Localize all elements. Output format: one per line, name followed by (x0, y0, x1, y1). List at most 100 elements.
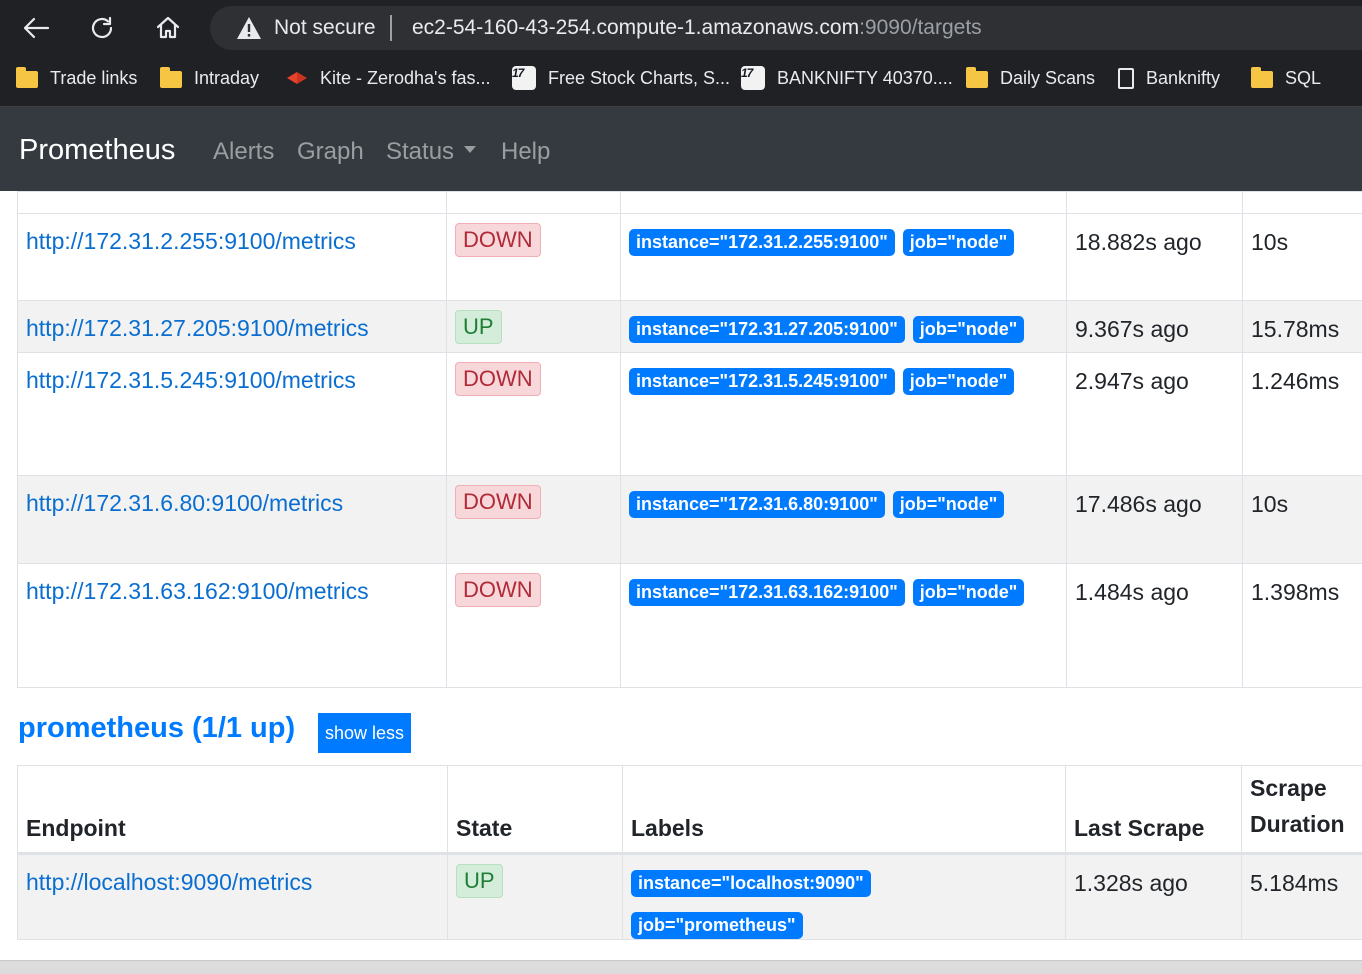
scrape-duration: 10s (1251, 229, 1288, 256)
bookmark-label: Banknifty (1146, 68, 1220, 89)
folder-icon (16, 71, 38, 88)
back-button[interactable] (18, 10, 54, 46)
state-badge: DOWN (455, 223, 541, 257)
horizontal-scrollbar[interactable] (0, 960, 1362, 974)
last-scrape: 17.486s ago (1075, 491, 1202, 518)
omnibox-divider (390, 15, 392, 41)
state-badge: UP (456, 864, 503, 898)
bookmark-free-stock-charts[interactable]: 17 Free Stock Charts, S... (512, 56, 730, 100)
endpoint-link[interactable]: http://172.31.6.80:9100/metrics (26, 490, 343, 517)
show-less-button[interactable]: show less (318, 713, 411, 753)
bookmark-intraday[interactable]: Intraday (160, 56, 259, 100)
bookmarks-bar: Trade links Intraday Kite - Zerodha's fa… (0, 56, 1362, 107)
home-icon (155, 15, 181, 41)
tradingview-icon: 17 (512, 66, 536, 90)
table-row: http://172.31.6.80:9100/metrics DOWN ins… (18, 476, 1362, 564)
address-bar[interactable]: Not secure ec2-54-160-43-254.compute-1.a… (210, 6, 1362, 50)
brand-link[interactable]: Prometheus (19, 134, 175, 167)
nav-alerts[interactable]: Alerts (213, 138, 274, 166)
state-badge: DOWN (455, 362, 541, 396)
folder-icon (160, 71, 182, 88)
column-header-endpoint: Endpoint (18, 766, 448, 854)
bookmark-banknifty[interactable]: Banknifty (1118, 56, 1220, 100)
column-header-state: State (448, 766, 623, 854)
label-badge: job="node" (903, 229, 1015, 256)
table-header-row: Endpoint State Labels Last Scrape Scrape… (18, 766, 1362, 854)
security-status[interactable]: Not secure (274, 16, 376, 40)
scrape-duration: 15.78ms (1251, 316, 1339, 343)
state-badge: UP (455, 310, 502, 344)
folder-icon (1251, 71, 1273, 88)
tradingview-icon: 17 (741, 66, 765, 90)
label-badge: instance="localhost:9090" (631, 870, 871, 897)
label-badge: job="node" (893, 491, 1005, 518)
caret-down-icon (464, 146, 476, 153)
label-badge: instance="172.31.27.205:9100" (629, 316, 905, 343)
column-header-labels: Labels (623, 766, 1066, 854)
kite-icon (286, 71, 308, 85)
scrape-duration: 1.398ms (1251, 579, 1339, 606)
endpoint-link[interactable]: http://172.31.63.162:9100/metrics (26, 578, 369, 605)
last-scrape: 1.484s ago (1075, 579, 1189, 606)
reload-button[interactable] (84, 10, 120, 46)
state-badge: DOWN (455, 485, 541, 519)
last-scrape: 9.367s ago (1075, 316, 1189, 343)
bookmark-banknifty-chart[interactable]: 17 BANKNIFTY 40370.... (741, 56, 953, 100)
column-header-last-scrape: Last Scrape (1066, 766, 1242, 854)
bookmark-trade-links[interactable]: Trade links (16, 56, 137, 100)
endpoint-link[interactable]: http://172.31.2.255:9100/metrics (26, 228, 356, 255)
bookmark-label: BANKNIFTY 40370.... (777, 68, 953, 89)
state-badge: DOWN (455, 573, 541, 607)
table-row: http://172.31.5.245:9100/metrics DOWN in… (18, 353, 1362, 476)
endpoint-link[interactable]: http://172.31.27.205:9100/metrics (26, 315, 369, 342)
bookmark-label: Kite - Zerodha's fas... (320, 68, 491, 89)
bookmark-label: Daily Scans (1000, 68, 1095, 89)
nav-status-label: Status (386, 138, 454, 165)
prometheus-targets-table: Endpoint State Labels Last Scrape Scrape… (17, 765, 1362, 940)
label-badge: instance="172.31.5.245:9100" (629, 368, 895, 395)
nav-status-dropdown[interactable]: Status (386, 138, 476, 166)
warning-icon (236, 16, 262, 40)
label-badge: job="node" (913, 579, 1025, 606)
reload-icon (89, 15, 115, 41)
last-scrape: 18.882s ago (1075, 229, 1202, 256)
table-row-partial (18, 192, 1362, 214)
bookmark-label: Intraday (194, 68, 259, 89)
scrape-duration: 5.184ms (1250, 870, 1338, 897)
folder-icon (966, 71, 988, 88)
bookmark-daily-scans[interactable]: Daily Scans (966, 56, 1095, 100)
label-badge: job="node" (913, 316, 1025, 343)
label-badge: job="node" (903, 368, 1015, 395)
last-scrape: 1.328s ago (1074, 870, 1188, 897)
home-button[interactable] (150, 10, 186, 46)
table-row: http://172.31.2.255:9100/metrics DOWN in… (18, 214, 1362, 301)
column-header-scrape-duration: Scrape Duration (1242, 766, 1362, 854)
endpoint-link[interactable]: http://172.31.5.245:9100/metrics (26, 367, 356, 394)
endpoint-link[interactable]: http://localhost:9090/metrics (26, 869, 312, 896)
url-host: ec2-54-160-43-254.compute-1.amazonaws.co… (412, 16, 859, 39)
table-row: http://172.31.27.205:9100/metrics UP ins… (18, 301, 1362, 353)
label-badge: instance="172.31.2.255:9100" (629, 229, 895, 256)
nav-graph[interactable]: Graph (297, 138, 364, 166)
nav-help[interactable]: Help (501, 138, 550, 166)
label-badge: instance="172.31.63.162:9100" (629, 579, 905, 606)
bookmark-label: Trade links (50, 68, 137, 89)
node-targets-table: http://172.31.2.255:9100/metrics DOWN in… (17, 191, 1362, 688)
bookmark-label: SQL (1285, 68, 1321, 89)
document-icon (1118, 68, 1134, 89)
prometheus-navbar: Prometheus Alerts Graph Status Help (0, 107, 1362, 191)
bookmark-label: Free Stock Charts, S... (548, 68, 730, 89)
table-row: http://172.31.63.162:9100/metrics DOWN i… (18, 564, 1362, 688)
url-path: :9090/targets (859, 16, 982, 39)
last-scrape: 2.947s ago (1075, 368, 1189, 395)
label-badge: job="prometheus" (631, 912, 803, 939)
bookmark-kite[interactable]: Kite - Zerodha's fas... (286, 56, 491, 100)
scrape-duration: 10s (1251, 491, 1288, 518)
label-badge: instance="172.31.6.80:9100" (629, 491, 885, 518)
scrape-duration: 1.246ms (1251, 368, 1339, 395)
table-row: http://localhost:9090/metrics UP instanc… (18, 854, 1362, 940)
bookmark-sql[interactable]: SQL (1251, 56, 1321, 100)
url-text[interactable]: ec2-54-160-43-254.compute-1.amazonaws.co… (412, 16, 982, 40)
job-title-link[interactable]: prometheus (1/1 up) (18, 712, 295, 745)
browser-toolbar: Not secure ec2-54-160-43-254.compute-1.a… (0, 0, 1362, 56)
